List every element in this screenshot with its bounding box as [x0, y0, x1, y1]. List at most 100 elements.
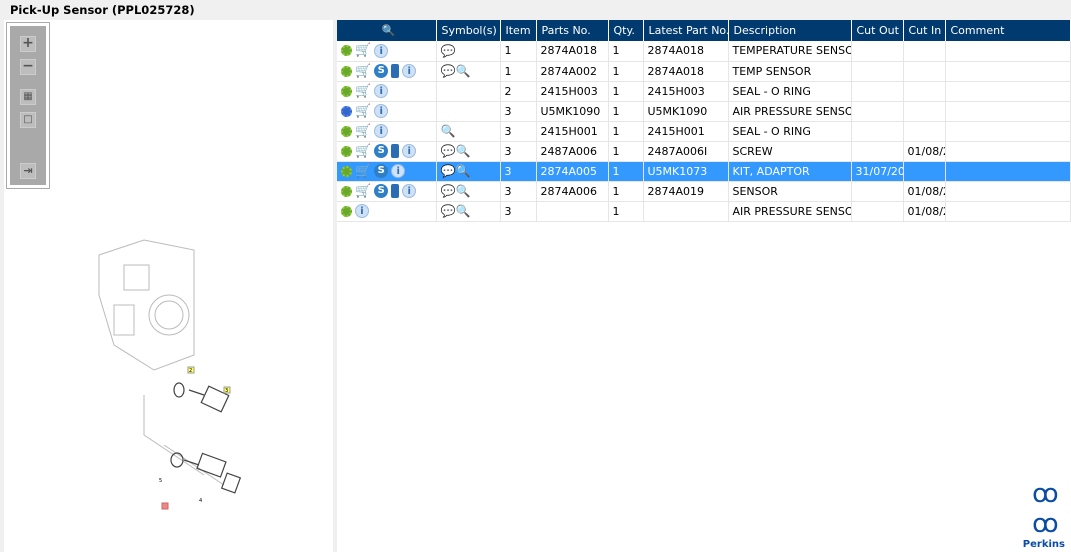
perkins-logo-mark: ꝏꝏ: [1032, 479, 1058, 539]
cut-in-cell: [903, 161, 946, 182]
actions-cell: 🛒 Si: [337, 161, 437, 182]
cart-icon[interactable]: 🛒: [355, 84, 371, 99]
info-icon[interactable]: i: [374, 104, 389, 118]
cut-out-cell: [851, 121, 904, 142]
actions-cell: 🛒 i: [337, 41, 437, 62]
column-header-comment[interactable]: Comment: [945, 20, 1071, 41]
gear-icon[interactable]: [341, 165, 352, 177]
manual-icon[interactable]: [391, 64, 400, 78]
cut-out-cell: [851, 41, 904, 62]
cut-out-cell: [851, 201, 904, 222]
item-cell: 3: [500, 181, 537, 202]
callout-label[interactable]: 2: [189, 368, 192, 374]
manual-icon[interactable]: [391, 144, 400, 158]
item-cell: 3: [500, 201, 537, 222]
perkins-logo-text: Perkins: [1022, 539, 1065, 550]
column-header-tools[interactable]: 🔍: [337, 20, 437, 41]
cut-in-cell: 01/08/2: [903, 141, 946, 162]
callout-label[interactable]: 3: [225, 388, 228, 394]
part-number-cell: 2874A002: [536, 61, 609, 82]
cart-icon[interactable]: 🛒: [355, 164, 371, 179]
qty-cell: 1: [608, 201, 644, 222]
table-row[interactable]: 🛒 Si 💬🔍 1 2874A002 1 2874A018 TEMP SENSOR: [337, 61, 1071, 82]
cart-icon[interactable]: 🛒: [355, 43, 371, 58]
actions-cell: 🛒 Si: [337, 181, 437, 202]
gear-icon[interactable]: [341, 205, 352, 217]
table-row[interactable]: 🛒 i 2 2415H003 1 2415H003 SEAL - O RING: [337, 81, 1071, 102]
service-icon[interactable]: S: [374, 144, 389, 158]
cart-icon[interactable]: 🛒: [355, 124, 371, 139]
diagram-panel[interactable]: + − ▦ □ ⇥ 2 3 5 4: [4, 20, 333, 552]
symbols-cell: 💬: [436, 41, 501, 62]
gear-icon[interactable]: [341, 65, 352, 77]
cart-icon[interactable]: 🛒: [355, 64, 371, 79]
table-row[interactable]: 🛒 i 🔍 3 2415H001 1 2415H001 SEAL - O RING: [337, 121, 1071, 142]
cut-in-cell: [903, 101, 946, 122]
cart-icon[interactable]: 🛒: [355, 104, 371, 119]
search-icon[interactable]: 🔍: [382, 24, 396, 37]
actual-size-button[interactable]: □: [20, 112, 36, 128]
column-header-qty[interactable]: Qty.: [608, 20, 644, 41]
table-row[interactable]: 🛒Si💬🔍32874A00612874A019SENSOR01/08/2: [337, 181, 1071, 202]
cut-in-cell: 01/08/2: [903, 201, 946, 222]
table-row[interactable]: 🛒 Si 💬🔍 3 2874A005 1 U5MK1073 KIT, ADAPTOR 31/07…: [337, 161, 1071, 182]
latest-part-cell: 2415H001: [643, 121, 729, 142]
comment-cell: [945, 61, 1071, 82]
table-row[interactable]: i 💬🔍3 1 AIR PRESSURE SENSOR 01/08/2: [337, 201, 1071, 222]
info-icon[interactable]: i: [391, 164, 406, 178]
info-icon[interactable]: i: [402, 64, 417, 78]
comment-cell: [945, 161, 1071, 182]
zoom-out-button[interactable]: −: [20, 59, 36, 75]
column-header-description[interactable]: Description: [728, 20, 852, 41]
comment-cell: [945, 141, 1071, 162]
part-number-cell: [536, 201, 609, 222]
qty-cell: 1: [608, 81, 644, 102]
table-row[interactable]: 🛒 i 💬 1 2874A018 1 2874A018 TEMPERATURE SENSOR: [337, 41, 1071, 62]
table-row[interactable]: 🛒 i 3 U5MK1090 1 U5MK1090 AIR PRESSURE SENSOR: [337, 101, 1071, 122]
info-icon[interactable]: i: [374, 43, 389, 58]
info-icon[interactable]: i: [355, 204, 369, 218]
gear-icon[interactable]: [341, 185, 352, 197]
cut-in-cell: [903, 61, 946, 82]
table-row[interactable]: 🛒Si💬🔍32487A00612487A006ISCREW01/08/2: [337, 141, 1071, 162]
cart-icon[interactable]: 🛒: [355, 184, 371, 199]
column-header-cut-out[interactable]: Cut Out: [851, 20, 904, 41]
info-icon[interactable]: i: [374, 84, 389, 98]
diagram-toolbar: + − ▦ □ ⇥: [6, 22, 50, 189]
export-button[interactable]: ⇥: [20, 163, 36, 179]
perkins-logo: ꝏꝏ Perkins: [1023, 479, 1065, 550]
parts-table: 🔍 Symbol(s) Item Parts No. Qty. Latest Part N…: [337, 20, 1071, 222]
description-cell: AIR PRESSURE SENSOR: [728, 201, 852, 222]
item-cell: 3: [500, 141, 537, 162]
cart-icon[interactable]: 🛒: [355, 144, 371, 159]
service-icon[interactable]: S: [374, 184, 389, 198]
callout-label[interactable]: 4: [199, 498, 202, 504]
gear-icon[interactable]: [341, 85, 352, 97]
manual-icon[interactable]: [391, 184, 400, 198]
settings-group-icon[interactable]: [341, 105, 352, 117]
gear-icon[interactable]: [341, 45, 352, 57]
service-icon[interactable]: S: [374, 64, 389, 78]
callout-label[interactable]: 5: [159, 478, 162, 484]
column-header-symbols[interactable]: Symbol(s): [436, 20, 501, 41]
info-icon[interactable]: i: [374, 124, 389, 138]
window-title: Pick-Up Sensor (PPL025728): [10, 3, 195, 17]
column-header-parts-no[interactable]: Parts No.: [536, 20, 609, 41]
latest-part-cell: 2874A018: [643, 61, 729, 82]
gear-icon[interactable]: [341, 145, 352, 157]
service-icon[interactable]: S: [374, 164, 389, 178]
symbols-cell: [436, 101, 501, 122]
cut-in-cell: [903, 81, 946, 102]
column-header-cut-in[interactable]: Cut In: [903, 20, 946, 41]
gear-icon[interactable]: [341, 125, 352, 137]
fit-to-window-button[interactable]: ▦: [20, 89, 36, 105]
column-header-latest-part-no[interactable]: Latest Part No.: [643, 20, 729, 41]
description-cell: SEAL - O RING: [728, 81, 852, 102]
info-icon[interactable]: i: [402, 184, 417, 198]
zoom-in-button[interactable]: +: [20, 36, 36, 52]
item-cell: 3: [500, 121, 537, 142]
description-cell: TEMP SENSOR: [728, 61, 852, 82]
parts-diagram[interactable]: 2 3 5 4: [84, 235, 254, 515]
column-header-item[interactable]: Item: [500, 20, 537, 41]
info-icon[interactable]: i: [402, 144, 417, 158]
